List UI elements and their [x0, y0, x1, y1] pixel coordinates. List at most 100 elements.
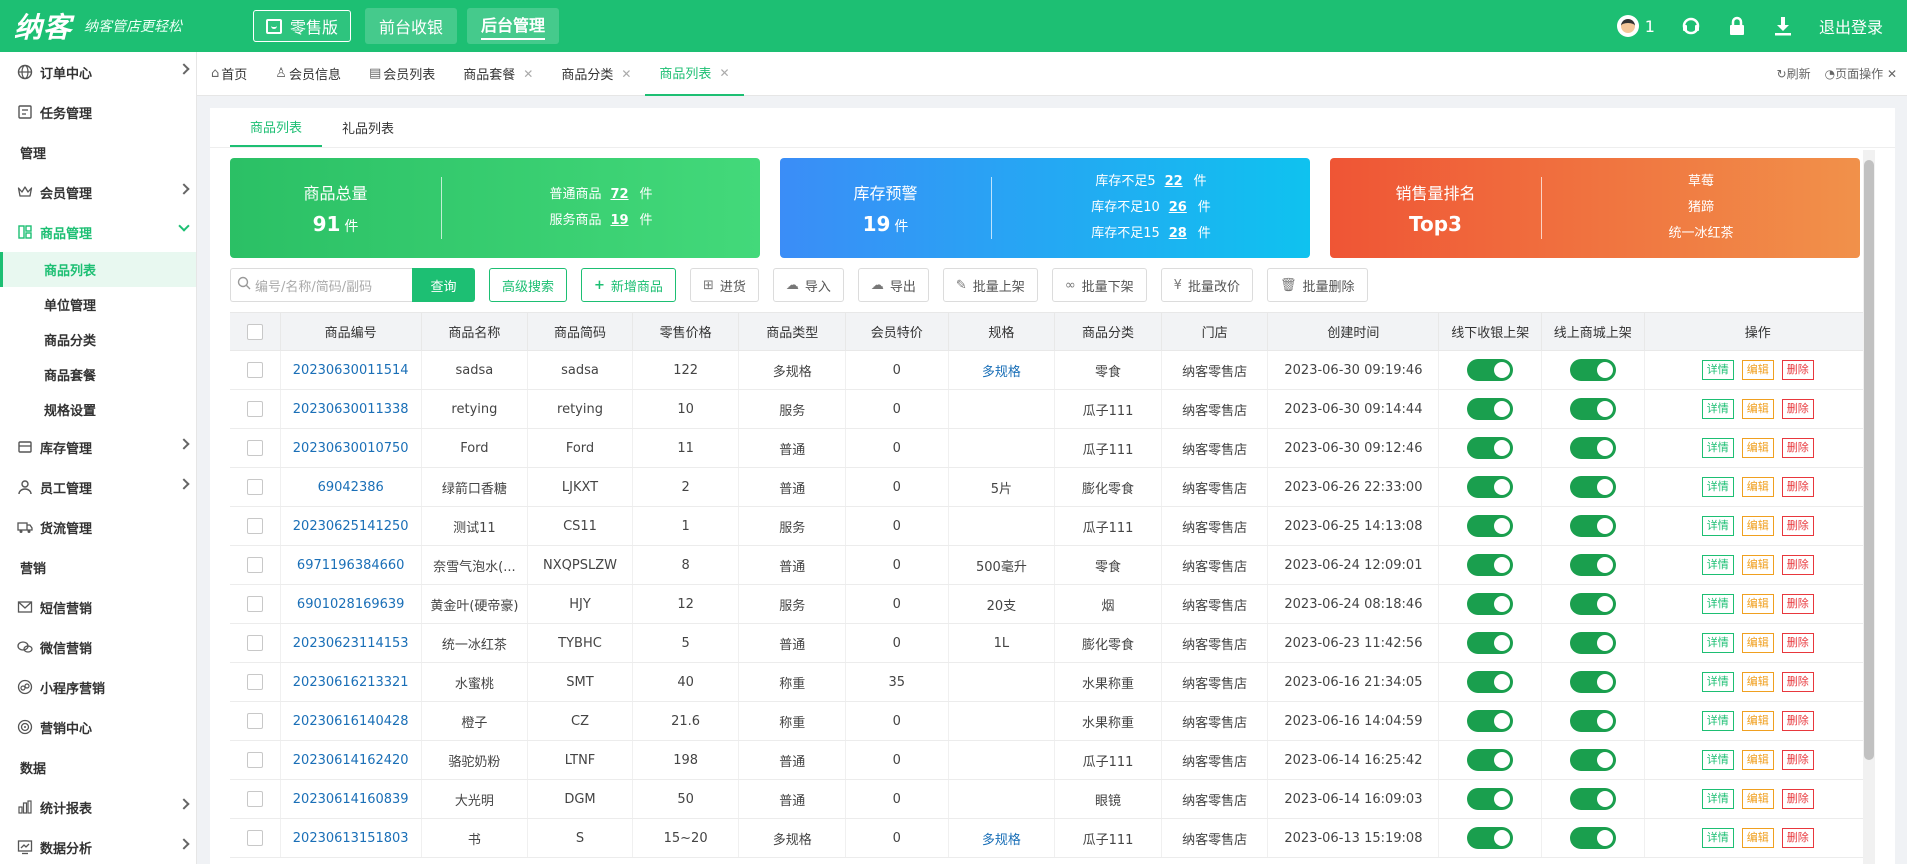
edit-button[interactable]: 编辑: [1741, 828, 1774, 848]
sidebar-item-analysis[interactable]: 数据分析: [0, 827, 196, 864]
offline-shelf-toggle[interactable]: [1467, 632, 1514, 654]
offline-shelf-toggle[interactable]: [1467, 359, 1514, 381]
delete-button[interactable]: 删除: [1781, 516, 1814, 536]
checkbox[interactable]: [246, 401, 263, 417]
online-shelf-toggle[interactable]: [1569, 632, 1616, 654]
user-menu[interactable]: 1: [1616, 15, 1655, 37]
batch-off-button[interactable]: ∞ 批量下架: [1051, 268, 1147, 302]
detail-button[interactable]: 详情: [1701, 360, 1734, 380]
goods-code[interactable]: 69042386: [280, 467, 422, 507]
edit-button[interactable]: 编辑: [1741, 750, 1774, 770]
checkbox[interactable]: [246, 752, 263, 768]
delete-button[interactable]: 删除: [1781, 750, 1814, 770]
sidebar-item-logistics[interactable]: 货流管理: [0, 507, 196, 547]
online-shelf-toggle[interactable]: [1569, 788, 1616, 810]
goods-code[interactable]: 20230630011514: [280, 350, 422, 390]
delete-button[interactable]: 删除: [1781, 438, 1814, 458]
delete-button[interactable]: 删除: [1781, 789, 1814, 809]
row-select[interactable]: [230, 584, 281, 624]
edit-button[interactable]: 编辑: [1741, 789, 1774, 809]
detail-button[interactable]: 详情: [1701, 750, 1734, 770]
detail-button[interactable]: 详情: [1701, 399, 1734, 419]
row-select[interactable]: [230, 623, 281, 663]
sidebar-item-reports[interactable]: 统计报表: [0, 787, 196, 827]
online-shelf-toggle[interactable]: [1569, 749, 1616, 771]
checkbox[interactable]: [246, 323, 263, 340]
edit-button[interactable]: 编辑: [1741, 399, 1774, 419]
select-all[interactable]: [230, 312, 281, 351]
delete-button[interactable]: 删除: [1781, 594, 1814, 614]
scrollbar-thumb[interactable]: [1864, 160, 1874, 760]
close-icon[interactable]: ✕: [523, 67, 533, 81]
online-shelf-toggle[interactable]: [1569, 437, 1616, 459]
row-select[interactable]: [230, 740, 281, 780]
online-shelf-toggle[interactable]: [1569, 554, 1616, 576]
edit-button[interactable]: 编辑: [1741, 438, 1774, 458]
row-select[interactable]: [230, 506, 281, 546]
checkbox[interactable]: [246, 557, 263, 573]
online-shelf-toggle[interactable]: [1569, 476, 1616, 498]
goods-code[interactable]: 6901028169639: [280, 584, 422, 624]
goods-code[interactable]: 20230623114153: [280, 623, 422, 663]
sidebar-item-orders[interactable]: 订单中心: [0, 52, 196, 92]
checkbox[interactable]: [246, 635, 263, 651]
tab-home[interactable]: ⌂ 首页: [197, 52, 261, 96]
row-select[interactable]: [230, 818, 281, 858]
offline-shelf-toggle[interactable]: [1467, 554, 1514, 576]
sidebar-item-miniapp[interactable]: 小程序营销: [0, 667, 196, 707]
delete-button[interactable]: 删除: [1781, 711, 1814, 731]
sidebar-sub-specs[interactable]: 规格设置: [0, 392, 196, 427]
sidebar-item-members[interactable]: 会员管理: [0, 172, 196, 212]
logout-link[interactable]: 退出登录: [1819, 14, 1883, 38]
lock-icon[interactable]: [1727, 16, 1747, 36]
advanced-search-button[interactable]: 高级搜索: [489, 268, 568, 302]
card-row-value[interactable]: 72: [610, 182, 630, 208]
offline-shelf-toggle[interactable]: [1467, 476, 1514, 498]
checkbox[interactable]: [246, 479, 263, 495]
checkbox[interactable]: [246, 596, 263, 612]
detail-button[interactable]: 详情: [1701, 594, 1734, 614]
detail-button[interactable]: 详情: [1701, 711, 1734, 731]
sidebar-sub-packages[interactable]: 商品套餐: [0, 357, 196, 392]
detail-button[interactable]: 详情: [1701, 633, 1734, 653]
goods-code[interactable]: 20230614162420: [280, 740, 422, 780]
goods-spec[interactable]: 多规格: [948, 818, 1056, 858]
card-row-value[interactable]: 26: [1168, 195, 1188, 221]
goods-code[interactable]: 6971196384660: [280, 545, 422, 585]
goods-code[interactable]: 20230616213321: [280, 662, 422, 702]
edit-button[interactable]: 编辑: [1741, 360, 1774, 380]
export-button[interactable]: ☁ 导出: [857, 268, 929, 302]
card-row-value[interactable]: 28: [1168, 221, 1188, 247]
goods-code[interactable]: 20230616140428: [280, 701, 422, 741]
brand-logo[interactable]: 纳客 纳客管店更轻松: [0, 0, 235, 52]
sidebar-sub-goods-list[interactable]: 商品列表: [0, 252, 196, 287]
detail-button[interactable]: 详情: [1701, 438, 1734, 458]
goods-code[interactable]: 20230613151803: [280, 818, 422, 858]
offline-shelf-toggle[interactable]: [1467, 827, 1514, 849]
row-select[interactable]: [230, 467, 281, 507]
import-button[interactable]: ☁ 导入: [772, 268, 844, 302]
edit-button[interactable]: 编辑: [1741, 477, 1774, 497]
sidebar-sub-categories[interactable]: 商品分类: [0, 322, 196, 357]
subtab-goods-list[interactable]: 商品列表: [230, 107, 323, 147]
sidebar-item-tasks[interactable]: 任务管理: [0, 92, 196, 132]
delete-button[interactable]: 删除: [1781, 555, 1814, 575]
delete-button[interactable]: 删除: [1781, 477, 1814, 497]
offline-shelf-toggle[interactable]: [1467, 437, 1514, 459]
goods-code[interactable]: 20230630011338: [280, 389, 422, 429]
detail-button[interactable]: 详情: [1701, 828, 1734, 848]
delete-button[interactable]: 删除: [1781, 633, 1814, 653]
batch-on-button[interactable]: ✎ 批量上架: [942, 268, 1038, 302]
subtab-gift-list[interactable]: 礼品列表: [322, 107, 414, 147]
add-goods-button[interactable]: + 新增商品: [581, 268, 676, 302]
edit-button[interactable]: 编辑: [1741, 633, 1774, 653]
tab-member-list[interactable]: ▤ 会员列表: [355, 52, 449, 96]
goods-code[interactable]: 20230625141250: [280, 506, 422, 546]
sidebar-item-inventory[interactable]: 库存管理: [0, 427, 196, 467]
online-shelf-toggle[interactable]: [1569, 359, 1616, 381]
search-input[interactable]: 编号/名称/简码/副码: [230, 268, 412, 302]
online-shelf-toggle[interactable]: [1569, 515, 1616, 537]
detail-button[interactable]: 详情: [1701, 555, 1734, 575]
goods-code[interactable]: 20230614160839: [280, 779, 422, 819]
online-shelf-toggle[interactable]: [1569, 671, 1616, 693]
